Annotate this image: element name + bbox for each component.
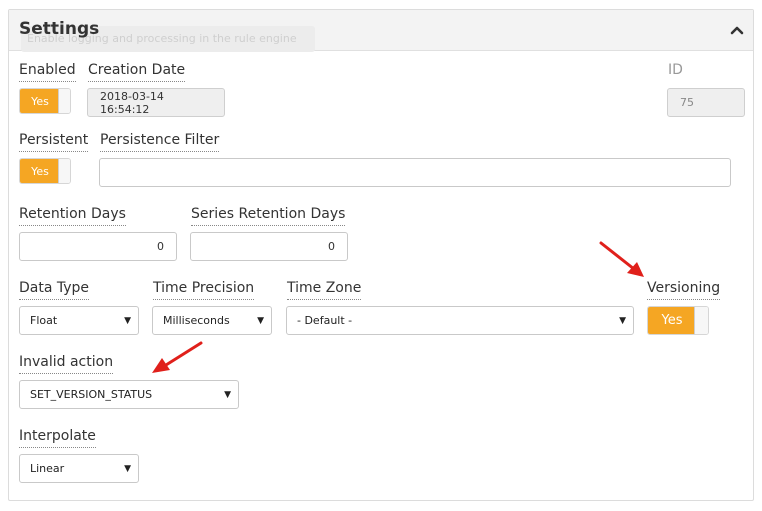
retention-days-label: Retention Days (19, 206, 126, 226)
persistent-toggle[interactable]: Yes (19, 158, 71, 184)
interpolate-select[interactable]: Linear ▼ (19, 454, 139, 483)
interpolate-label: Interpolate (19, 428, 96, 448)
time-precision-value: Milliseconds (163, 314, 230, 327)
persistent-toggle-value: Yes (20, 159, 60, 183)
enabled-toggle[interactable]: Yes (19, 88, 71, 114)
panel-header[interactable]: Enable logging and processing in the rul… (9, 10, 753, 52)
caret-down-icon: ▼ (224, 390, 231, 400)
caret-down-icon: ▼ (257, 316, 264, 326)
enabled-toggle-value: Yes (20, 89, 60, 113)
invalid-action-value: SET_VERSION_STATUS (30, 388, 153, 401)
toggle-knob (58, 159, 70, 183)
creation-date-field: 2018-03-14 16:54:12 (87, 88, 225, 117)
time-zone-label: Time Zone (287, 280, 362, 300)
caret-down-icon: ▼ (619, 316, 626, 326)
time-zone-value: - Default - (297, 314, 353, 327)
caret-down-icon: ▼ (124, 464, 131, 474)
invalid-action-label: Invalid action (19, 354, 114, 374)
caret-down-icon: ▼ (124, 316, 131, 326)
panel-title: Settings (19, 19, 100, 39)
id-label: ID (668, 62, 683, 78)
enabled-label: Enabled (19, 62, 76, 82)
series-retention-days-input[interactable]: 0 (190, 232, 348, 261)
persistent-label: Persistent (19, 132, 89, 152)
creation-date-label: Creation Date (88, 62, 186, 82)
series-retention-days-label: Series Retention Days (191, 206, 346, 226)
time-precision-label: Time Precision (153, 280, 255, 300)
id-field: 75 (667, 88, 745, 117)
invalid-action-select[interactable]: SET_VERSION_STATUS ▼ (19, 380, 239, 409)
toggle-knob (694, 307, 708, 334)
retention-days-input[interactable]: 0 (19, 232, 177, 261)
annotation-arrow-versioning-icon (599, 241, 644, 277)
data-type-select[interactable]: Float ▼ (19, 306, 139, 335)
versioning-toggle-value: Yes (648, 307, 696, 334)
interpolate-value: Linear (30, 462, 65, 475)
chevron-up-icon[interactable] (729, 22, 745, 38)
persistence-filter-input[interactable] (99, 158, 731, 187)
versioning-toggle[interactable]: Yes (647, 306, 709, 335)
time-zone-select[interactable]: - Default - ▼ (286, 306, 634, 335)
versioning-label: Versioning (647, 280, 721, 300)
time-precision-select[interactable]: Milliseconds ▼ (152, 306, 272, 335)
data-type-value: Float (30, 314, 58, 327)
data-type-label: Data Type (19, 280, 90, 300)
toggle-knob (58, 89, 70, 113)
annotation-arrow-invalid-action-icon (152, 341, 203, 373)
persistence-filter-label: Persistence Filter (100, 132, 220, 152)
